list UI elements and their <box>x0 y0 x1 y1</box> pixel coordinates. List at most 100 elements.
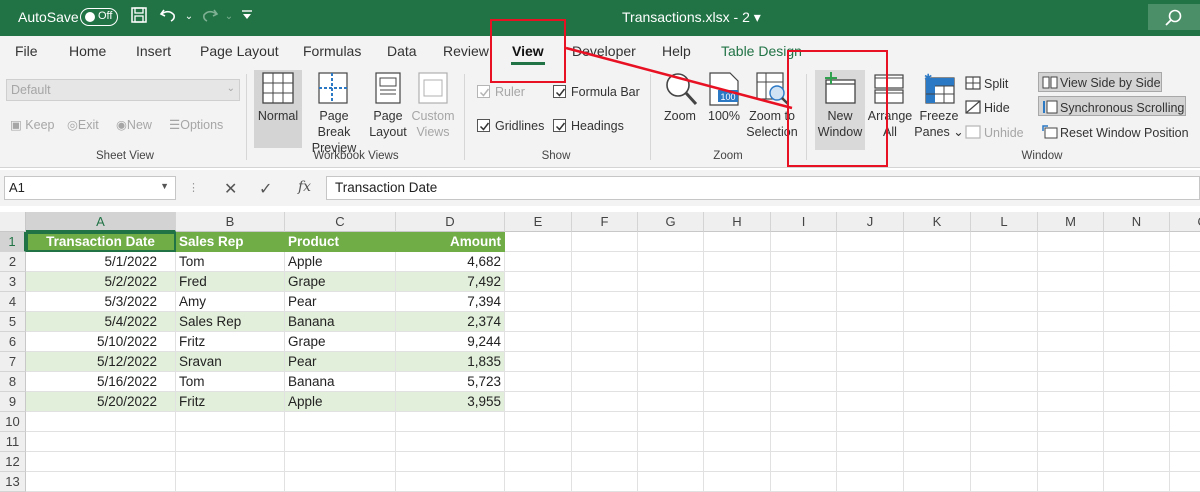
cancel-icon[interactable]: ✕ <box>224 179 237 199</box>
tab-data[interactable]: Data <box>387 43 417 59</box>
cell-j11[interactable] <box>837 432 904 452</box>
tab-insert[interactable]: Insert <box>136 43 171 59</box>
cell-n13[interactable] <box>1104 472 1170 492</box>
cell-b5[interactable]: Sales Rep <box>176 312 285 332</box>
column-header-f[interactable]: F <box>572 212 638 232</box>
cell-h12[interactable] <box>704 452 771 472</box>
column-header-l[interactable]: L <box>971 212 1038 232</box>
cell-i4[interactable] <box>771 292 837 312</box>
cell-g8[interactable] <box>638 372 704 392</box>
cell-e5[interactable] <box>505 312 572 332</box>
cell-l7[interactable] <box>971 352 1038 372</box>
cell-c13[interactable] <box>285 472 396 492</box>
cell-j6[interactable] <box>837 332 904 352</box>
column-header-a[interactable]: A <box>26 212 176 232</box>
cell-i1[interactable] <box>771 232 837 252</box>
new-sheet-view-button[interactable]: ◉New <box>116 117 152 133</box>
cell-f4[interactable] <box>572 292 638 312</box>
tab-page-layout[interactable]: Page Layout <box>200 43 279 59</box>
cell-h4[interactable] <box>704 292 771 312</box>
cell-o3[interactable] <box>1170 272 1200 292</box>
search-button[interactable] <box>1148 4 1200 30</box>
column-header-j[interactable]: J <box>837 212 904 232</box>
cell-o8[interactable] <box>1170 372 1200 392</box>
cell-c10[interactable] <box>285 412 396 432</box>
formula-input[interactable]: Transaction Date <box>326 176 1200 200</box>
cell-g12[interactable] <box>638 452 704 472</box>
cell-j3[interactable] <box>837 272 904 292</box>
cell-h13[interactable] <box>704 472 771 492</box>
column-header-g[interactable]: G <box>638 212 704 232</box>
cell-n12[interactable] <box>1104 452 1170 472</box>
headings-checkbox[interactable] <box>553 119 566 132</box>
cell-j4[interactable] <box>837 292 904 312</box>
cell-l4[interactable] <box>971 292 1038 312</box>
cell-k12[interactable] <box>904 452 971 472</box>
cell-f5[interactable] <box>572 312 638 332</box>
exit-button[interactable]: ◎Exit <box>67 117 99 133</box>
cell-j13[interactable] <box>837 472 904 492</box>
cell-m6[interactable] <box>1038 332 1104 352</box>
cell-k3[interactable] <box>904 272 971 292</box>
column-header-c[interactable]: C <box>285 212 396 232</box>
row-header-2[interactable]: 2 <box>0 252 26 272</box>
cell-a3[interactable]: 5/2/2022 <box>26 272 176 292</box>
cell-e2[interactable] <box>505 252 572 272</box>
cell-e3[interactable] <box>505 272 572 292</box>
row-header-7[interactable]: 7 <box>0 352 26 372</box>
enter-icon[interactable]: ✓ <box>259 179 272 199</box>
gridlines-checkbox[interactable] <box>477 119 490 132</box>
cell-o2[interactable] <box>1170 252 1200 272</box>
cell-h5[interactable] <box>704 312 771 332</box>
cell-l6[interactable] <box>971 332 1038 352</box>
cell-m9[interactable] <box>1038 392 1104 412</box>
cell-a10[interactable] <box>26 412 176 432</box>
cell-f10[interactable] <box>572 412 638 432</box>
cell-f3[interactable] <box>572 272 638 292</box>
hide-label[interactable]: Hide <box>984 100 1010 116</box>
column-header-o[interactable]: O <box>1170 212 1200 232</box>
cell-g11[interactable] <box>638 432 704 452</box>
cell-h1[interactable] <box>704 232 771 252</box>
cell-b1[interactable]: Sales Rep <box>176 232 285 252</box>
cell-m1[interactable] <box>1038 232 1104 252</box>
cell-o5[interactable] <box>1170 312 1200 332</box>
reset-window-position-icon[interactable] <box>1042 125 1058 139</box>
autosave-toggle[interactable]: Off <box>80 8 118 26</box>
undo-dropdown-icon[interactable]: ⌄ <box>178 6 200 28</box>
cell-i7[interactable] <box>771 352 837 372</box>
name-box[interactable]: A1 ▼ <box>4 176 176 200</box>
cell-e7[interactable] <box>505 352 572 372</box>
cell-m12[interactable] <box>1038 452 1104 472</box>
cell-i11[interactable] <box>771 432 837 452</box>
cell-f12[interactable] <box>572 452 638 472</box>
cell-e9[interactable] <box>505 392 572 412</box>
row-header-9[interactable]: 9 <box>0 392 26 412</box>
cell-f6[interactable] <box>572 332 638 352</box>
column-header-m[interactable]: M <box>1038 212 1104 232</box>
cell-l8[interactable] <box>971 372 1038 392</box>
ruler-checkbox[interactable] <box>477 85 490 98</box>
cell-b13[interactable] <box>176 472 285 492</box>
cell-i3[interactable] <box>771 272 837 292</box>
formula-bar-checkbox[interactable] <box>553 85 566 98</box>
cell-a7[interactable]: 5/12/2022 <box>26 352 176 372</box>
cell-m10[interactable] <box>1038 412 1104 432</box>
cell-n4[interactable] <box>1104 292 1170 312</box>
cell-a4[interactable]: 5/3/2022 <box>26 292 176 312</box>
cell-f8[interactable] <box>572 372 638 392</box>
cell-c1[interactable]: Product <box>285 232 396 252</box>
cell-b3[interactable]: Fred <box>176 272 285 292</box>
row-header-4[interactable]: 4 <box>0 292 26 312</box>
cell-h2[interactable] <box>704 252 771 272</box>
cell-n10[interactable] <box>1104 412 1170 432</box>
tab-formulas[interactable]: Formulas <box>303 43 361 59</box>
cell-o13[interactable] <box>1170 472 1200 492</box>
tab-home[interactable]: Home <box>69 43 106 59</box>
cell-b4[interactable]: Amy <box>176 292 285 312</box>
cell-n9[interactable] <box>1104 392 1170 412</box>
column-header-h[interactable]: H <box>704 212 771 232</box>
cell-o7[interactable] <box>1170 352 1200 372</box>
column-header-n[interactable]: N <box>1104 212 1170 232</box>
redo-icon[interactable] <box>198 6 220 28</box>
